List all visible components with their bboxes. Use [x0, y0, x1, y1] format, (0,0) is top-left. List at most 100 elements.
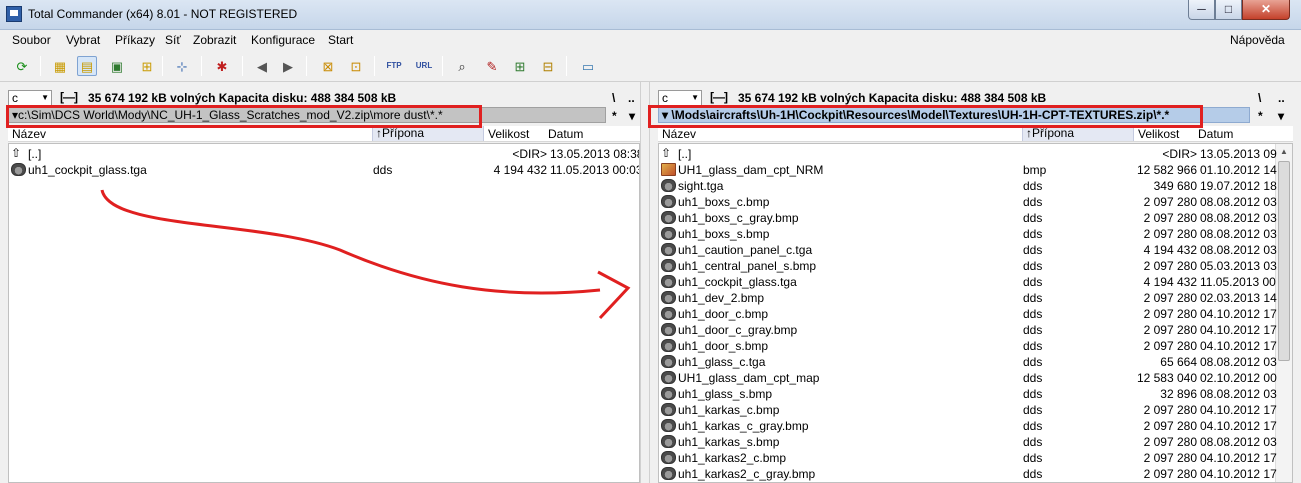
left-history-button[interactable]: ▾	[629, 109, 635, 123]
menu-soubor[interactable]: Soubor	[12, 33, 51, 47]
menu-prikazy[interactable]: Příkazy	[115, 33, 155, 47]
file-row[interactable]: uh1_door_c_gray.bmp dds 2 097 280 04.10.201…	[659, 322, 1292, 338]
close-button[interactable]: ✕	[1242, 0, 1290, 20]
file-row[interactable]: uh1_glass_s.bmp dds 32 896 08.08.2012 03	[659, 386, 1292, 402]
compare-icon[interactable]: ✱	[212, 56, 232, 76]
right-col-name[interactable]: Název	[662, 127, 696, 141]
file-extension: dds	[1023, 419, 1043, 433]
file-row[interactable]: sight.tga dds 349 680 19.07.2012 18	[659, 178, 1292, 194]
search-icon[interactable]: ⌕	[452, 56, 472, 76]
right-column-header: Název ↑Přípona Velikost Datum	[658, 126, 1293, 142]
file-size: 2 097 280	[1143, 451, 1197, 465]
forward-icon[interactable]: ▶	[278, 56, 298, 76]
file-date: 08.08.2012 03	[1200, 227, 1277, 241]
back-icon[interactable]: ◀	[252, 56, 272, 76]
file-row[interactable]: ⇧ [..] <DIR> 13.05.2013 09	[659, 146, 1292, 162]
file-size: 4 194 432	[493, 163, 547, 177]
right-col-date[interactable]: Datum	[1198, 127, 1233, 141]
file-row[interactable]: uh1_karkas_c.bmp dds 2 097 280 04.10.2012 1…	[659, 402, 1292, 418]
file-row[interactable]: uh1_cockpit_glass.tga dds 4 194 432 11.05.2…	[659, 274, 1292, 290]
left-parent-button[interactable]: ..	[628, 91, 635, 105]
file-size: 4 194 432	[1143, 275, 1197, 289]
panel-splitter[interactable]	[640, 82, 650, 483]
left-col-date[interactable]: Datum	[548, 127, 583, 141]
right-history-button[interactable]: ▾	[1278, 109, 1284, 123]
file-size: 12 582 966	[1136, 163, 1197, 177]
file-name: uh1_cockpit_glass.tga	[28, 163, 147, 177]
file-name: [..]	[678, 147, 692, 161]
file-size: 2 097 280	[1143, 419, 1197, 433]
file-extension: dds	[1023, 371, 1043, 385]
file-row[interactable]: uh1_boxs_c_gray.bmp dds 2 097 280 08.08.201…	[659, 210, 1292, 226]
right-root-button[interactable]: \	[1258, 91, 1261, 105]
file-date: 08.08.2012 03	[1200, 211, 1277, 225]
toolbar-separator	[201, 56, 202, 76]
file-row[interactable]: uh1_door_c.bmp dds 2 097 280 04.10.2012 17	[659, 306, 1292, 322]
menu-sit[interactable]: Síť	[165, 33, 181, 47]
file-row[interactable]: uh1_karkas_c_gray.bmp dds 2 097 280 04.10.2…	[659, 418, 1292, 434]
dds-file-icon	[661, 323, 676, 336]
file-row[interactable]: uh1_boxs_c.bmp dds 2 097 280 08.08.2012 03	[659, 194, 1292, 210]
right-col-size[interactable]: Velikost	[1138, 127, 1179, 141]
file-row[interactable]: uh1_karkas_s.bmp dds 2 097 280 08.08.2012 0…	[659, 434, 1292, 450]
file-size: 2 097 280	[1143, 339, 1197, 353]
left-root-button[interactable]: \	[612, 91, 615, 105]
ftp-icon[interactable]: FTP	[384, 56, 404, 76]
menu-start[interactable]: Start	[328, 33, 353, 47]
right-col-ext[interactable]: ↑Přípona	[1022, 126, 1134, 141]
menu-zobrazit[interactable]: Zobrazit	[193, 33, 236, 47]
file-row[interactable]: uh1_karkas2_c_gray.bmp dds 2 097 280 04.10.…	[659, 466, 1292, 482]
floppy-disk-icon	[6, 6, 22, 22]
menu-vybrat[interactable]: Vybrat	[66, 33, 100, 47]
tree-view-icon[interactable]: ⊞	[137, 56, 157, 76]
right-panel: c [—] 35 674 192 kB volných Kapacita dis…	[650, 82, 1301, 483]
file-row[interactable]: uh1_cockpit_glass.tga dds 4 194 432 11.05.2…	[9, 162, 639, 178]
maximize-button[interactable]: □	[1215, 0, 1242, 20]
left-col-name[interactable]: Název	[12, 127, 46, 141]
url-icon[interactable]: URL	[414, 56, 434, 76]
file-row[interactable]: ⇧ [..] <DIR> 13.05.2013 08:38	[9, 146, 639, 162]
left-hotlist-button[interactable]: *	[612, 109, 617, 123]
right-drive-root-button[interactable]: [—]	[710, 90, 728, 104]
left-drive-select[interactable]: c	[8, 90, 52, 106]
left-col-size[interactable]: Velikost	[488, 127, 529, 141]
lister-icon[interactable]: ⊟	[538, 56, 558, 76]
menu-konfigurace[interactable]: Konfigurace	[251, 33, 315, 47]
file-name: uh1_cockpit_glass.tga	[678, 275, 797, 289]
right-drive-select[interactable]: c	[658, 90, 702, 106]
file-row[interactable]: UH1_glass_dam_cpt_map dds 12 583 040 02.10.…	[659, 370, 1292, 386]
right-parent-button[interactable]: ..	[1278, 91, 1285, 105]
pack-icon[interactable]: ⊠	[318, 56, 338, 76]
thumbnails-icon[interactable]: ▣	[107, 56, 127, 76]
notepad-icon[interactable]: ▭	[578, 56, 598, 76]
file-extension: dds	[1023, 211, 1043, 225]
sync-dirs-icon[interactable]: ⊞	[510, 56, 530, 76]
minimize-button[interactable]: ─	[1188, 0, 1215, 20]
file-row[interactable]: uh1_boxs_s.bmp dds 2 097 280 08.08.2012 03	[659, 226, 1292, 242]
file-row[interactable]: uh1_caution_panel_c.tga dds 4 194 432 08.08…	[659, 242, 1292, 258]
file-row[interactable]: uh1_karkas2_c.bmp dds 2 097 280 04.10.2012 …	[659, 450, 1292, 466]
file-row[interactable]: uh1_glass_c.tga dds 65 664 08.08.2012 03	[659, 354, 1292, 370]
refresh-icon[interactable]: ⟳	[12, 56, 32, 76]
left-drive-root-button[interactable]: [—]	[60, 90, 78, 104]
file-name: UH1_glass_dam_cpt_NRM	[678, 163, 824, 177]
unpack-icon[interactable]: ⊡	[346, 56, 366, 76]
menu-napoveda[interactable]: Nápověda	[1230, 33, 1285, 47]
file-row[interactable]: UH1_glass_dam_cpt_NRM bmp 12 582 966 01.10.…	[659, 162, 1292, 178]
toolbar-separator	[442, 56, 443, 76]
right-hotlist-button[interactable]: *	[1258, 109, 1263, 123]
brief-view-icon[interactable]: ▦	[50, 56, 70, 76]
file-name: uh1_boxs_c.bmp	[678, 195, 770, 209]
invert-selection-icon[interactable]: ⊹	[172, 56, 192, 76]
detailed-view-icon[interactable]: ▤	[77, 56, 97, 76]
dds-file-icon	[661, 195, 676, 208]
file-date: 13.05.2013 09	[1200, 147, 1277, 161]
file-row[interactable]: uh1_dev_2.bmp dds 2 097 280 02.03.2013 14	[659, 290, 1292, 306]
file-extension: dds	[1023, 195, 1043, 209]
multi-rename-icon[interactable]: ✎	[482, 56, 502, 76]
file-extension: dds	[1023, 227, 1043, 241]
left-col-ext[interactable]: ↑Přípona	[372, 126, 484, 141]
toolbar-separator	[374, 56, 375, 76]
file-row[interactable]: uh1_door_s.bmp dds 2 097 280 04.10.2012 17	[659, 338, 1292, 354]
file-row[interactable]: uh1_central_panel_s.bmp dds 2 097 280 05.03…	[659, 258, 1292, 274]
